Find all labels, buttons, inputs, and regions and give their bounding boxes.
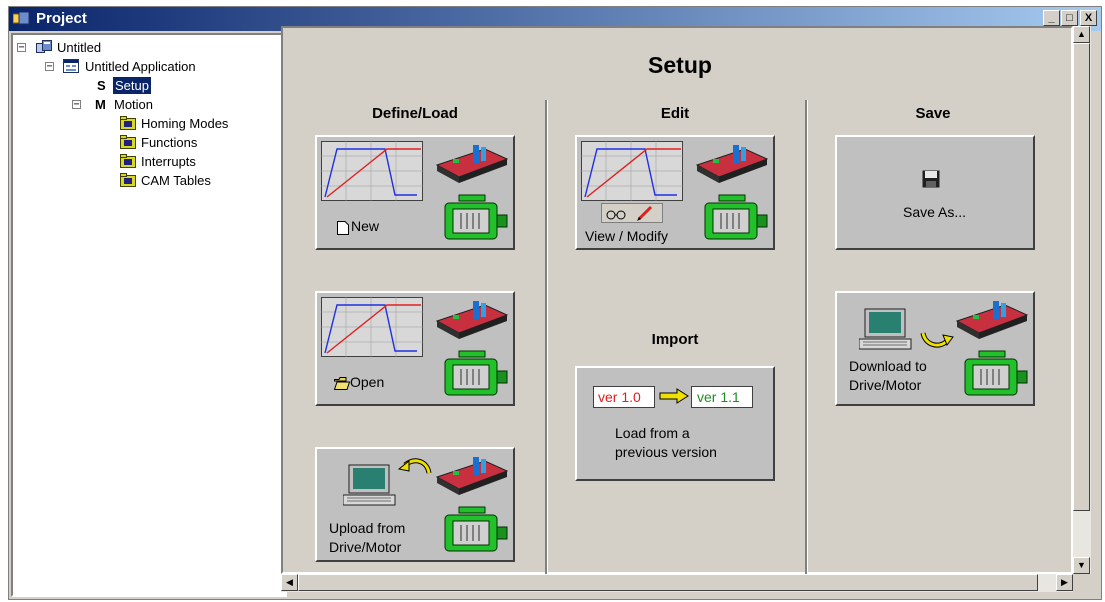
setup-letter-icon: S xyxy=(97,78,106,93)
minimize-button[interactable]: _ xyxy=(1043,10,1060,26)
scroll-left-arrow-icon[interactable]: ◀ xyxy=(281,574,298,591)
tree-label: Homing Modes xyxy=(141,116,229,131)
import-label-line2: previous version xyxy=(615,444,717,460)
window-title: Project xyxy=(36,10,87,27)
column-divider xyxy=(545,100,548,582)
tree-item-setup[interactable]: S Setup xyxy=(13,77,283,94)
import-heading: Import xyxy=(651,331,699,348)
upload-from-drive-button[interactable]: Upload from Drive/Motor xyxy=(315,447,515,562)
resize-grip-icon[interactable] xyxy=(1073,574,1091,592)
motion-profile-chart-icon xyxy=(321,141,423,201)
curved-arrow-icon xyxy=(920,332,954,348)
download-to-drive-button[interactable]: Download to Drive/Motor xyxy=(835,291,1035,406)
view-modify-button[interactable]: View / Modify xyxy=(575,135,775,250)
motor-icon xyxy=(444,194,508,240)
tree-label: Functions xyxy=(141,135,198,150)
column-divider xyxy=(805,100,808,582)
scroll-right-arrow-icon[interactable]: ▶ xyxy=(1056,574,1073,591)
new-label: New xyxy=(351,218,380,234)
drive-board-icon xyxy=(955,301,1029,339)
motor-icon xyxy=(704,194,768,240)
tree-item-application[interactable]: − Untitled Application xyxy=(13,58,283,75)
edit-heading: Edit xyxy=(660,105,690,122)
drive-board-icon xyxy=(695,145,769,183)
old-version-label: ver 1.0 xyxy=(598,389,641,405)
project-icon xyxy=(36,40,52,53)
project-icon xyxy=(13,12,30,25)
vertical-scrollbar[interactable]: ▲ ▼ xyxy=(1073,26,1091,574)
save-as-button[interactable]: Save As... xyxy=(835,135,1035,250)
project-tree[interactable]: − Untitled − Untitled Application S Setu… xyxy=(11,33,287,597)
horizontal-scroll-thumb[interactable] xyxy=(298,574,1038,591)
drive-board-icon xyxy=(435,457,509,495)
tree-item-functions[interactable]: Functions xyxy=(13,134,283,151)
open-label: Open xyxy=(350,374,385,390)
new-version-label: ver 1.1 xyxy=(697,389,740,405)
vertical-scroll-thumb[interactable] xyxy=(1073,43,1090,511)
tree-label: Interrupts xyxy=(141,154,196,169)
open-folder-icon xyxy=(334,377,350,390)
tree-item-motion[interactable]: − M Motion xyxy=(13,96,283,113)
tree-label-selected: Setup xyxy=(113,77,151,94)
application-icon xyxy=(63,59,79,73)
glasses-pencil-icon xyxy=(601,203,663,223)
open-button[interactable]: Open xyxy=(315,291,515,406)
scroll-up-arrow-icon[interactable]: ▲ xyxy=(1073,26,1090,43)
view-modify-label: View / Modify xyxy=(585,228,668,244)
collapse-toggle[interactable]: − xyxy=(72,100,81,110)
tree-item-cam-tables[interactable]: CAM Tables xyxy=(13,172,283,189)
close-button[interactable]: X xyxy=(1080,10,1097,26)
collapse-toggle[interactable]: − xyxy=(45,62,54,72)
save-heading: Save xyxy=(915,105,951,122)
import-previous-version-button[interactable]: ver 1.0 ver 1.1 Load from a previous ver… xyxy=(575,366,775,481)
tree-label: Untitled xyxy=(57,40,102,55)
folder-icon xyxy=(120,173,136,187)
collapse-toggle[interactable]: − xyxy=(17,43,26,53)
floppy-disk-icon xyxy=(922,170,940,188)
maximize-button[interactable]: □ xyxy=(1061,10,1078,26)
save-as-label: Save As... xyxy=(903,204,967,220)
motion-profile-chart-icon xyxy=(581,141,683,201)
motion-profile-chart-icon xyxy=(321,297,423,357)
new-button[interactable]: New xyxy=(315,135,515,250)
right-arrow-icon xyxy=(659,388,689,404)
scroll-down-arrow-icon[interactable]: ▼ xyxy=(1073,557,1090,574)
tree-label: Untitled Application xyxy=(85,59,196,74)
download-label-line1: Download to xyxy=(849,358,927,374)
horizontal-scrollbar[interactable]: ◀ ▶ xyxy=(281,574,1073,592)
upload-label-line1: Upload from xyxy=(329,520,406,536)
motor-icon xyxy=(964,350,1028,396)
tree-label: CAM Tables xyxy=(141,173,211,188)
tree-item-homing-modes[interactable]: Homing Modes xyxy=(13,115,283,132)
folder-icon xyxy=(120,135,136,149)
motor-icon xyxy=(444,506,508,552)
tree-item-interrupts[interactable]: Interrupts xyxy=(13,153,283,170)
curved-arrow-icon xyxy=(397,458,432,474)
motor-icon xyxy=(444,350,508,396)
computer-icon xyxy=(859,308,912,350)
folder-icon xyxy=(120,154,136,168)
tree-item-untitled[interactable]: − Untitled xyxy=(13,39,283,56)
upload-label-line2: Drive/Motor xyxy=(329,539,402,555)
drive-board-icon xyxy=(435,145,509,183)
drive-board-icon xyxy=(435,301,509,339)
motion-letter-icon: M xyxy=(95,97,106,112)
download-label-line2: Drive/Motor xyxy=(849,377,922,393)
tree-label: Motion xyxy=(114,97,154,112)
page-title: Setup xyxy=(648,52,712,78)
import-label-line1: Load from a xyxy=(615,425,690,441)
define-load-heading: Define/Load xyxy=(372,105,458,122)
computer-icon xyxy=(343,464,396,506)
folder-icon xyxy=(120,116,136,130)
new-document-icon xyxy=(337,221,349,235)
